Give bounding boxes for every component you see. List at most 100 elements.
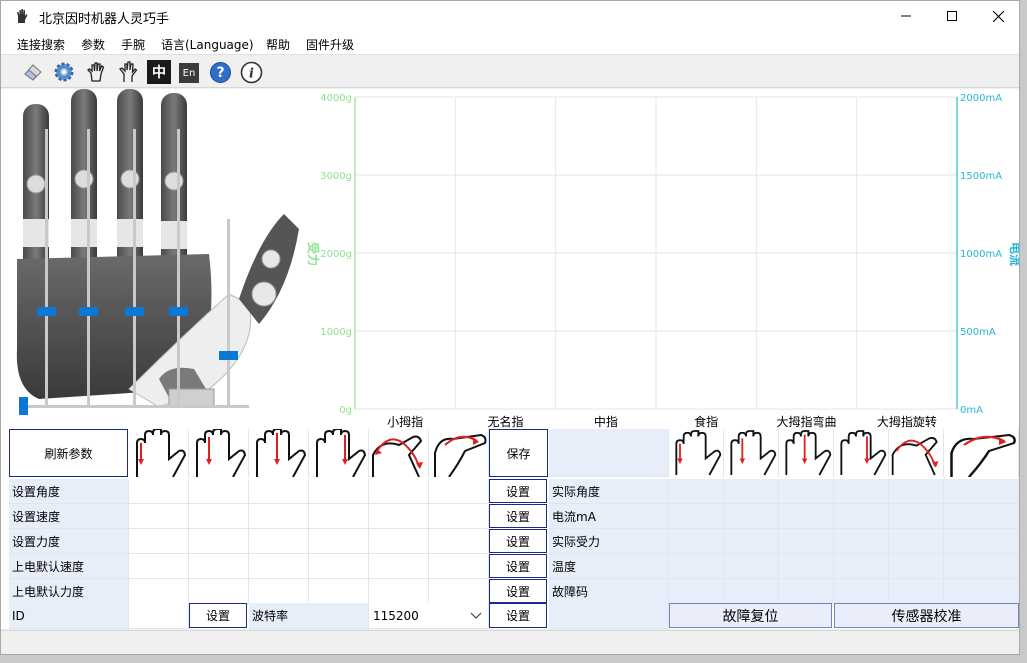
param-input-cell[interactable] [129, 504, 189, 529]
baud-rate-select[interactable]: 115200 [369, 603, 489, 629]
left-tick-label: 2000g [320, 249, 352, 260]
param-input-cell[interactable] [249, 479, 309, 504]
help-button[interactable]: ? [208, 60, 232, 84]
param-input-cell[interactable] [129, 579, 189, 604]
refresh-params-button[interactable]: 刷新参数 [9, 429, 128, 477]
param-input-cell[interactable] [129, 529, 189, 554]
index-finger-slider-track[interactable] [177, 129, 180, 407]
menu-firmware-upgrade[interactable]: 固件升级 [306, 36, 354, 53]
param-input-cell[interactable] [309, 529, 369, 554]
sensor-calibration-button[interactable]: 传感器校准 [834, 603, 1019, 628]
thumb-rotate-slider-track[interactable] [19, 405, 249, 408]
id-label: ID [9, 603, 129, 629]
param-input-cell[interactable] [429, 529, 489, 554]
svg-text:i: i [249, 66, 254, 81]
status-value-cell [724, 479, 779, 504]
param-input-cell[interactable] [129, 554, 189, 579]
baud-rate-set-button[interactable]: 设置 [489, 603, 547, 628]
status-label-right: 温度 [549, 554, 669, 579]
menu-connect-search[interactable]: 连接搜索 [17, 36, 65, 53]
status-value-cell [889, 579, 944, 604]
param-input-cell[interactable] [429, 479, 489, 504]
param-input-cell[interactable] [369, 479, 429, 504]
param-input-cell[interactable] [249, 554, 309, 579]
menu-wrist[interactable]: 手腕 [121, 36, 145, 53]
main-window: 北京因时机器人灵巧手 连接搜索 参数 手腕 语言(Language) 帮助 固件… [0, 0, 1020, 655]
param-input-cell[interactable] [189, 529, 249, 554]
id-value-cell[interactable] [129, 603, 189, 629]
param-label-left: 设置力度 [9, 529, 129, 554]
middle-finger-slider-knob[interactable] [125, 307, 144, 317]
id-set-button[interactable]: 设置 [189, 603, 247, 628]
status-value-cell [944, 504, 1019, 529]
toolbar: 中 En ? i [1, 56, 1019, 88]
english-language-button[interactable]: En [179, 63, 199, 83]
thumb-bend-slider-track[interactable] [227, 219, 230, 407]
menu-language[interactable]: 语言(Language) [161, 36, 254, 53]
param-set-button[interactable]: 设置 [489, 479, 547, 503]
status-label-right: 电流mA [549, 504, 669, 529]
param-input-cell[interactable] [249, 504, 309, 529]
status-label-right: 实际角度 [549, 479, 669, 504]
category-label: 无名指 [487, 414, 523, 429]
param-set-button[interactable]: 设置 [489, 504, 547, 528]
param-set-button[interactable]: 设置 [489, 529, 547, 553]
thumb-bend-slider-knob[interactable] [219, 350, 238, 360]
middle-finger-status-pic [779, 429, 834, 477]
minimize-button[interactable] [883, 1, 929, 31]
param-input-cell[interactable] [369, 579, 429, 604]
eraser-button[interactable] [21, 60, 45, 84]
param-input-cell[interactable] [189, 479, 249, 504]
param-set-button[interactable]: 设置 [489, 554, 547, 578]
middle-finger-slider-track[interactable] [133, 129, 136, 407]
left-tick-label: 1000g [320, 327, 352, 338]
param-input-cell[interactable] [369, 504, 429, 529]
maximize-button[interactable] [929, 1, 975, 31]
param-input-cell[interactable] [429, 579, 489, 604]
right-tick-label: 2000mA [960, 93, 1002, 104]
save-button[interactable]: 保存 [489, 429, 548, 477]
ring-finger-slider-knob[interactable] [79, 307, 98, 317]
param-input-cell[interactable] [429, 554, 489, 579]
param-input-cell[interactable] [249, 529, 309, 554]
hand-outline-icon [118, 61, 138, 82]
param-input-cell[interactable] [249, 579, 309, 604]
status-value-cell [669, 554, 724, 579]
info-button[interactable]: i [239, 60, 263, 84]
menu-params[interactable]: 参数 [81, 36, 105, 53]
title-bar: 北京因时机器人灵巧手 [1, 1, 1019, 31]
menu-help[interactable]: 帮助 [266, 36, 290, 53]
param-input-cell[interactable] [309, 479, 369, 504]
param-input-cell[interactable] [369, 554, 429, 579]
hand-illustration [9, 89, 309, 429]
open-hand-button[interactable] [85, 60, 109, 84]
param-input-cell[interactable] [309, 579, 369, 604]
status-value-cell [724, 529, 779, 554]
param-input-cell[interactable] [189, 554, 249, 579]
param-input-cell[interactable] [309, 504, 369, 529]
index-finger-pic [309, 429, 369, 477]
index-finger-slider-knob[interactable] [169, 307, 188, 317]
param-input-cell[interactable] [369, 529, 429, 554]
ring-finger-pic [189, 429, 249, 477]
fault-reset-button[interactable]: 故障复位 [669, 603, 832, 628]
close-button[interactable] [975, 1, 1019, 31]
thumb-rotate-slider-knob[interactable] [19, 397, 28, 415]
settings-button[interactable] [52, 60, 76, 84]
hand-thumb-bend-status-icon [891, 436, 939, 476]
param-input-cell[interactable] [189, 504, 249, 529]
right-tick-label: 1500mA [960, 171, 1002, 182]
status-value-cell [944, 479, 1019, 504]
param-input-cell[interactable] [309, 554, 369, 579]
param-input-cell[interactable] [429, 504, 489, 529]
little-finger-slider-track[interactable] [45, 129, 48, 407]
param-set-button[interactable]: 设置 [489, 579, 547, 603]
category-label: 大拇指旋转 [877, 414, 937, 429]
status-value-cell [669, 479, 724, 504]
hand-outline-button[interactable] [116, 60, 140, 84]
ring-finger-slider-track[interactable] [87, 129, 90, 407]
param-input-cell[interactable] [189, 579, 249, 604]
param-input-cell[interactable] [129, 479, 189, 504]
little-finger-slider-knob[interactable] [37, 307, 56, 317]
chinese-language-button[interactable]: 中 [147, 60, 171, 84]
